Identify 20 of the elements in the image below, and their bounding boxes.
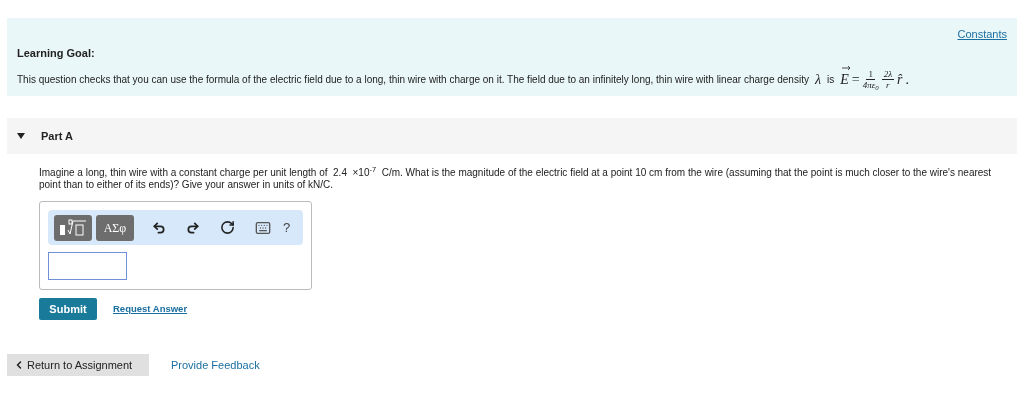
greek-button[interactable]: ΑΣφ [96,214,134,241]
caret-icon [17,133,25,139]
learning-goal-title: Learning Goal: [17,45,96,61]
request-answer-link[interactable]: Request Answer [113,301,188,317]
goal-text: is [827,73,835,87]
answer-field[interactable] [48,252,127,280]
math-symbol: λ [814,71,821,89]
help-button[interactable]: ? [283,217,291,238]
return-button[interactable]: Return to Assignment [7,354,149,376]
constants-link[interactable]: Constants [957,26,1007,43]
goal-text: This question checks that you can use the formula of the electric field due to a long, thin wire with charge on it. The field due to an infinitely long, thin wire with linear charge density [17,73,809,87]
part-header[interactable]: Part A [7,118,1017,154]
feedback-link[interactable]: Provide Feedback [171,356,260,374]
templates-button[interactable] [54,214,92,241]
vector-arrow-icon [842,66,852,70]
question-text: Imagine a long, thin wire with a constant charge per unit length of 2.4 ×10$^{-7}$ C/m. What is the magnitude of the electric field at a point 10 cm from the wire (assuming that the point is much closer to the wire's nearest point than to either of its ends)? Give your answer in units of kN/C. [39,167,993,191]
part-title: Part A [41,128,73,144]
radical-icon [58,218,88,237]
submit-button[interactable]: Submit [39,298,97,320]
reset-button[interactable] [218,218,237,237]
